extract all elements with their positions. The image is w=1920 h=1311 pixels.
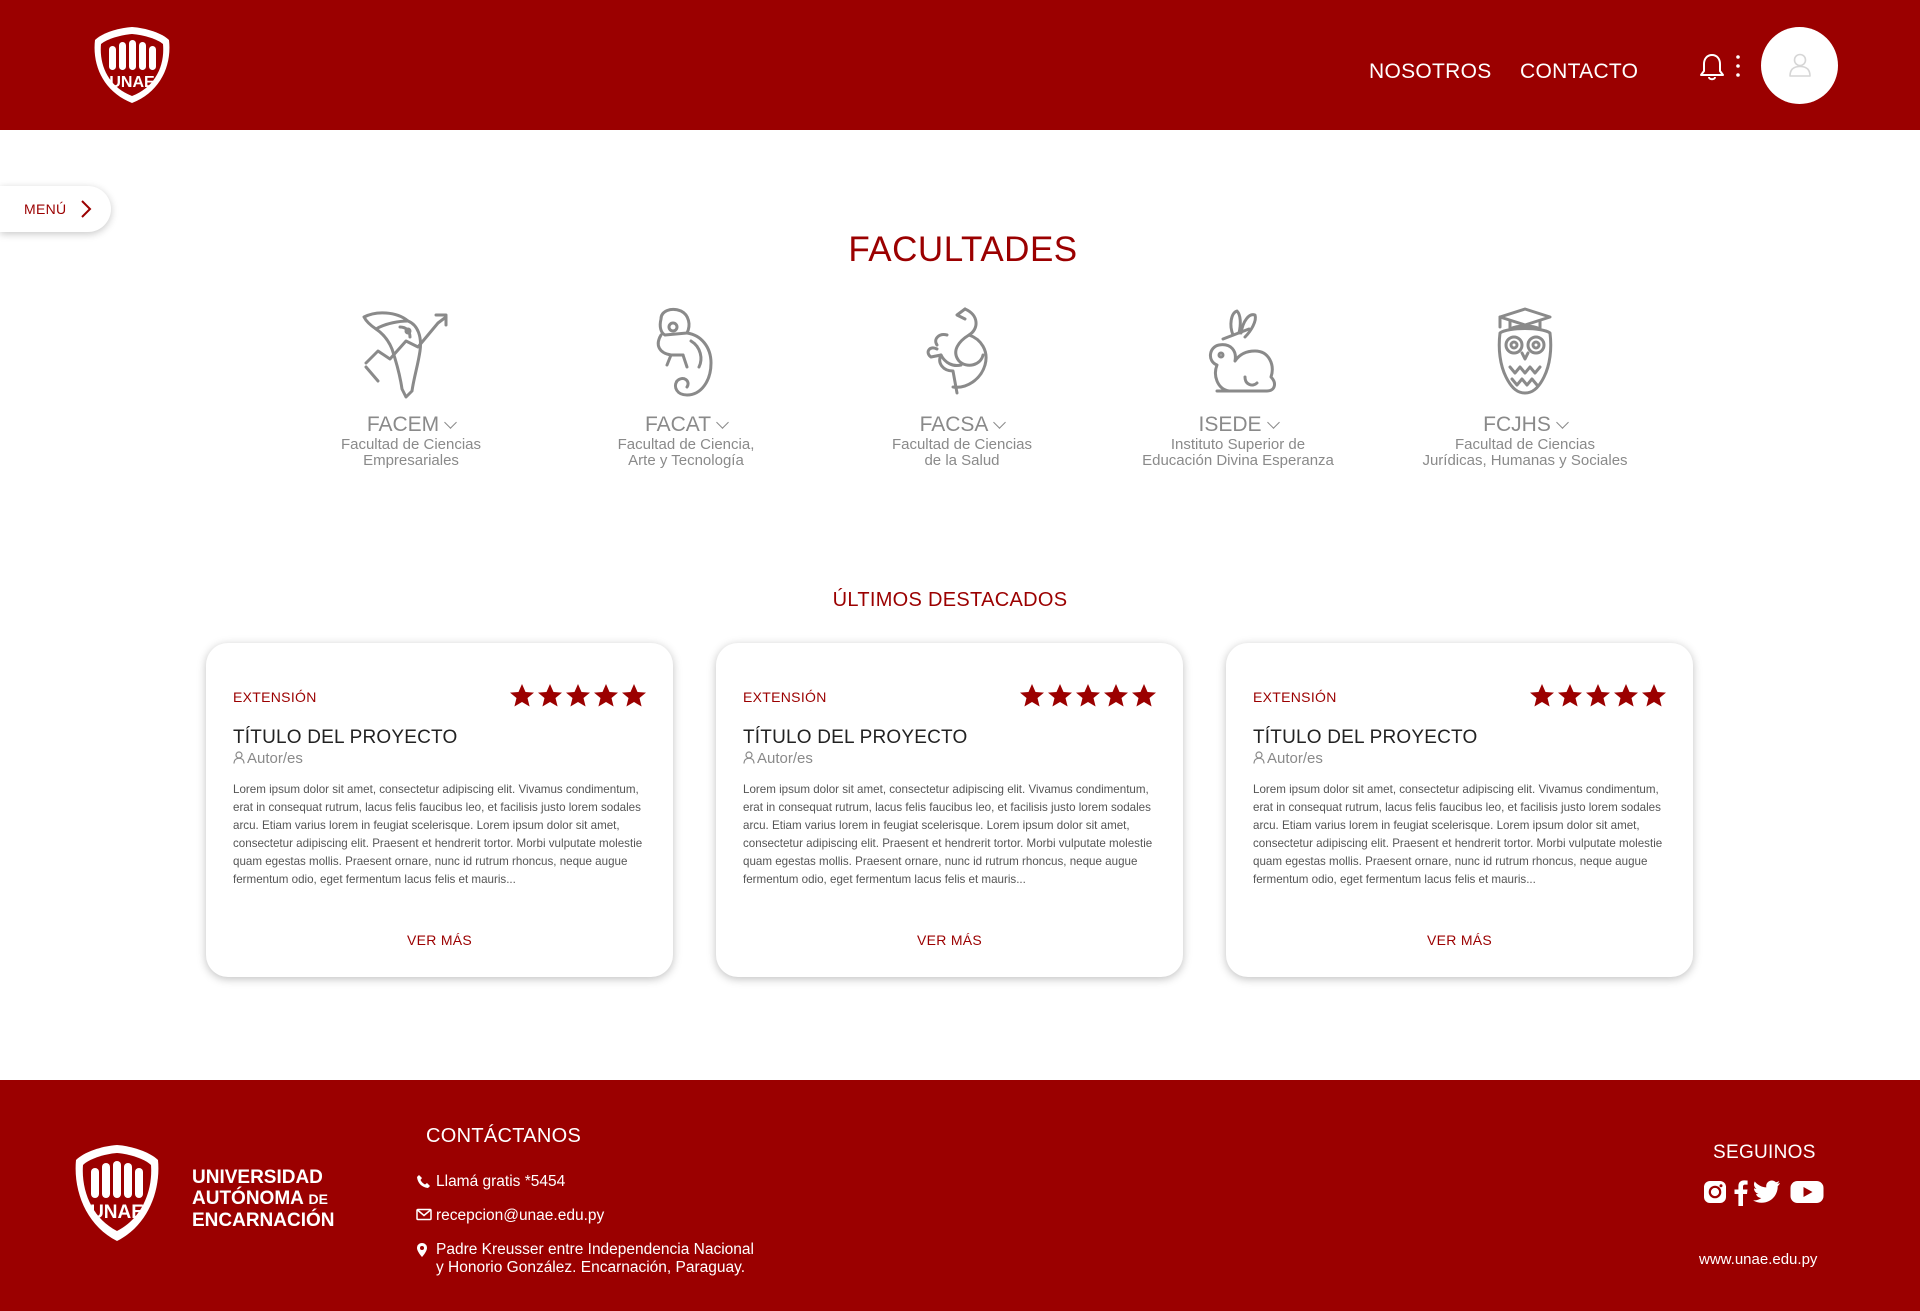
chevron-down-icon (1555, 416, 1569, 429)
star-icon (1530, 684, 1666, 707)
youtube-icon[interactable] (1790, 1180, 1824, 1209)
contact-email[interactable]: recepcion@unae.edu.py (416, 1207, 604, 1225)
facebook-icon[interactable] (1733, 1180, 1748, 1211)
twitter-icon[interactable] (1753, 1180, 1781, 1209)
chevron-down-icon (716, 416, 729, 429)
website-link[interactable]: www.unae.edu.py (1699, 1251, 1817, 1268)
ver-mas-link[interactable]: VER MÁS (716, 932, 1183, 948)
mail-icon (416, 1208, 432, 1221)
contact-address: Padre Kreusser entre Independencia Nacio… (416, 1241, 754, 1277)
chevron-down-icon (1266, 416, 1280, 429)
bell-icon[interactable] (1699, 52, 1725, 82)
faculty-fcjhs[interactable]: FCJHS Facultad de Ciencias Jurídicas, Hum… (1395, 305, 1655, 469)
nav-contacto[interactable]: CONTACTO (1520, 60, 1638, 84)
project-title: TÍTULO DEL PROYECTO (1253, 727, 1478, 748)
faculty-name: Instituto Superior de Educación Divina Es… (1142, 436, 1334, 469)
top-navbar: UNAE NOSOTROS CONTACTO (0, 0, 1920, 130)
social-links (1703, 1180, 1825, 1208)
menu-label: MENÚ (24, 201, 67, 217)
menu-toggle-button[interactable]: MENÚ (0, 186, 111, 232)
project-author: Autor/es (1253, 750, 1323, 767)
contact-title: CONTÁCTANOS (426, 1125, 582, 1147)
rating-stars (1020, 684, 1156, 707)
toucan-growth-icon (362, 311, 448, 399)
chameleon-icon (656, 307, 713, 397)
project-card: EXTENSIÓN TÍTULO DEL PROYECTO Autor/es L… (206, 643, 673, 977)
ver-mas-link[interactable]: VER MÁS (1226, 932, 1693, 948)
chevron-down-icon (993, 416, 1007, 429)
user-icon (743, 751, 755, 764)
project-category: EXTENSIÓN (743, 689, 827, 705)
contact-phone[interactable]: Llamá gratis *5454 (416, 1173, 565, 1191)
project-card: EXTENSIÓN TÍTULO DEL PROYECTO Autor/es L… (1226, 643, 1693, 977)
faculty-abbr[interactable]: FACSA (920, 413, 1007, 437)
faculty-name: Facultad de Ciencia, Arte y Tecnología (617, 436, 755, 469)
follow-title: SEGUINOS (1713, 1142, 1816, 1163)
caduceus-snake-icon (926, 307, 988, 395)
rating-stars (1530, 684, 1666, 707)
rating-stars (510, 684, 646, 707)
university-name: UNIVERSIDAD AUTÓNOMA DE ENCARNACIÓN (192, 1167, 335, 1231)
project-category: EXTENSIÓN (233, 689, 317, 705)
facultades-title: FACULTADES (848, 230, 1078, 269)
project-title: TÍTULO DEL PROYECTO (743, 727, 968, 748)
faculty-abbr[interactable]: FACEM (367, 413, 458, 437)
project-category: EXTENSIÓN (1253, 689, 1337, 705)
project-description: Lorem ipsum dolor sit amet, consectetur … (1253, 783, 1663, 886)
faculty-name: Facultad de Ciencias Jurídicas, Humanas y… (1422, 436, 1628, 469)
logo-text: UNAE (109, 74, 155, 91)
star-icon (510, 684, 646, 707)
project-author: Autor/es (233, 750, 303, 767)
faculty-facsa[interactable]: FACSA Facultad de Ciencias de la Salud (832, 305, 1092, 469)
chevron-down-icon (444, 416, 458, 429)
footer: UNAE UNIVERSIDAD AUTÓNOMA DE ENCARNACIÓN… (0, 1080, 1920, 1311)
faculty-abbr[interactable]: FCJHS (1483, 413, 1569, 437)
kebab-menu-icon[interactable] (1733, 54, 1743, 78)
faculty-name: Facultad de Ciencias Empresariales (340, 436, 482, 469)
nav-nosotros[interactable]: NOSOTROS (1369, 60, 1492, 84)
user-icon (1253, 751, 1265, 764)
project-card: EXTENSIÓN TÍTULO DEL PROYECTO Autor/es L… (716, 643, 1183, 977)
project-title: TÍTULO DEL PROYECTO (233, 727, 458, 748)
chevron-right-icon (81, 200, 92, 218)
star-icon (1020, 684, 1156, 707)
faculty-name: Facultad de Ciencias de la Salud (891, 436, 1033, 469)
location-pin-icon (417, 1243, 427, 1257)
project-description: Lorem ipsum dolor sit amet, consectetur … (233, 783, 643, 886)
unae-logo[interactable]: UNAE (90, 24, 174, 106)
faculty-abbr[interactable]: FACAT (645, 413, 729, 437)
faculty-facat[interactable]: FACAT Facultad de Ciencia, Arte y Tecnolo… (556, 305, 816, 469)
logo-text: UNAE (90, 1202, 144, 1223)
instagram-icon[interactable] (1703, 1180, 1727, 1209)
ver-mas-link[interactable]: VER MÁS (206, 932, 673, 948)
user-icon (1789, 53, 1811, 77)
faculty-facem[interactable]: FACEM Facultad de Ciencias Empresariales (281, 305, 541, 469)
phone-icon (417, 1175, 430, 1188)
faculty-abbr[interactable]: ISEDE (1198, 413, 1280, 437)
project-author: Autor/es (743, 750, 813, 767)
user-icon (233, 751, 245, 764)
project-description: Lorem ipsum dolor sit amet, consectetur … (743, 783, 1153, 886)
owl-graduate-icon (1497, 307, 1553, 395)
unae-logo[interactable]: UNAE (70, 1142, 164, 1244)
avatar[interactable] (1761, 27, 1838, 104)
faculty-isede[interactable]: ISEDE Instituto Superior de Educación Div… (1108, 305, 1368, 469)
rabbit-icon (1209, 309, 1276, 393)
destacados-title: ÚLTIMOS DESTACADOS (832, 589, 1068, 611)
